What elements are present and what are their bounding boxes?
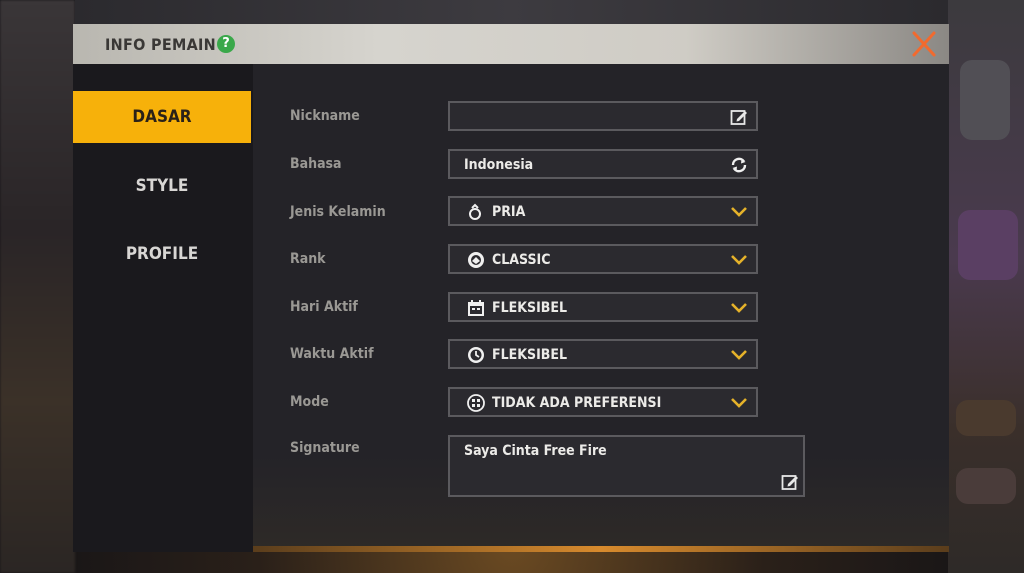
rank-icon [468,252,484,268]
chevron-down-icon [731,255,747,265]
background-top [75,0,948,24]
signature-input[interactable]: Saya Cinta Free Fire [448,435,805,497]
mode-label: Mode [290,394,329,410]
hari-aktif-select[interactable]: FLEKSIBEL [448,292,758,322]
bahasa-select[interactable]: Indonesia [448,149,758,179]
chevron-down-icon [731,207,747,217]
signature-value: Saya Cinta Free Fire [464,443,607,459]
title-bar: INFO PEMAIN ? [73,24,949,64]
edit-icon[interactable] [781,473,799,491]
nickname-label: Nickname [290,108,360,124]
tab-style[interactable]: STYLE [73,160,251,212]
bahasa-label: Bahasa [290,156,342,172]
player-info-dialog: INFO PEMAIN ? DASAR STYLE PROFILE Nickna… [73,24,949,552]
waktu-aktif-select[interactable]: FLEKSIBEL [448,339,758,369]
mode-select[interactable]: TIDAK ADA PREFERENSI [448,387,758,417]
chevron-down-icon [731,303,747,313]
nickname-input[interactable] [448,101,758,131]
help-icon[interactable]: ? [217,35,235,53]
sidebar: DASAR STYLE PROFILE [73,64,253,552]
refresh-icon[interactable] [730,156,748,174]
rank-value: CLASSIC [492,252,551,268]
waktu-aktif-label: Waktu Aktif [290,346,374,362]
rank-select[interactable]: CLASSIC [448,244,758,274]
calendar-icon [468,300,484,316]
waktu-aktif-value: FLEKSIBEL [492,347,567,363]
jenis-kelamin-value: PRIA [492,204,526,220]
male-icon [469,203,481,220]
clock-icon [468,347,484,363]
background-left [0,0,75,573]
jenis-kelamin-select[interactable]: PRIA [448,196,758,226]
jenis-kelamin-label: Jenis Kelamin [290,204,386,220]
hari-aktif-value: FLEKSIBEL [492,300,567,316]
dialog-title: INFO PEMAIN [105,35,217,54]
chevron-down-icon [731,350,747,360]
background-right [948,0,1024,573]
rank-label: Rank [290,251,326,267]
close-icon [912,31,936,57]
edit-icon[interactable] [730,108,748,126]
bottom-glow [253,546,949,552]
bahasa-value: Indonesia [464,157,534,173]
signature-label: Signature [290,440,360,456]
tab-profile[interactable]: PROFILE [73,228,251,280]
mode-icon [467,394,485,412]
chevron-down-icon [731,398,747,408]
tab-dasar[interactable]: DASAR [73,91,251,143]
hari-aktif-label: Hari Aktif [290,299,358,315]
close-button[interactable] [909,30,939,58]
form-panel: Nickname Bahasa Indonesia Jenis Kelamin [253,64,949,552]
mode-value: TIDAK ADA PREFERENSI [492,395,662,411]
